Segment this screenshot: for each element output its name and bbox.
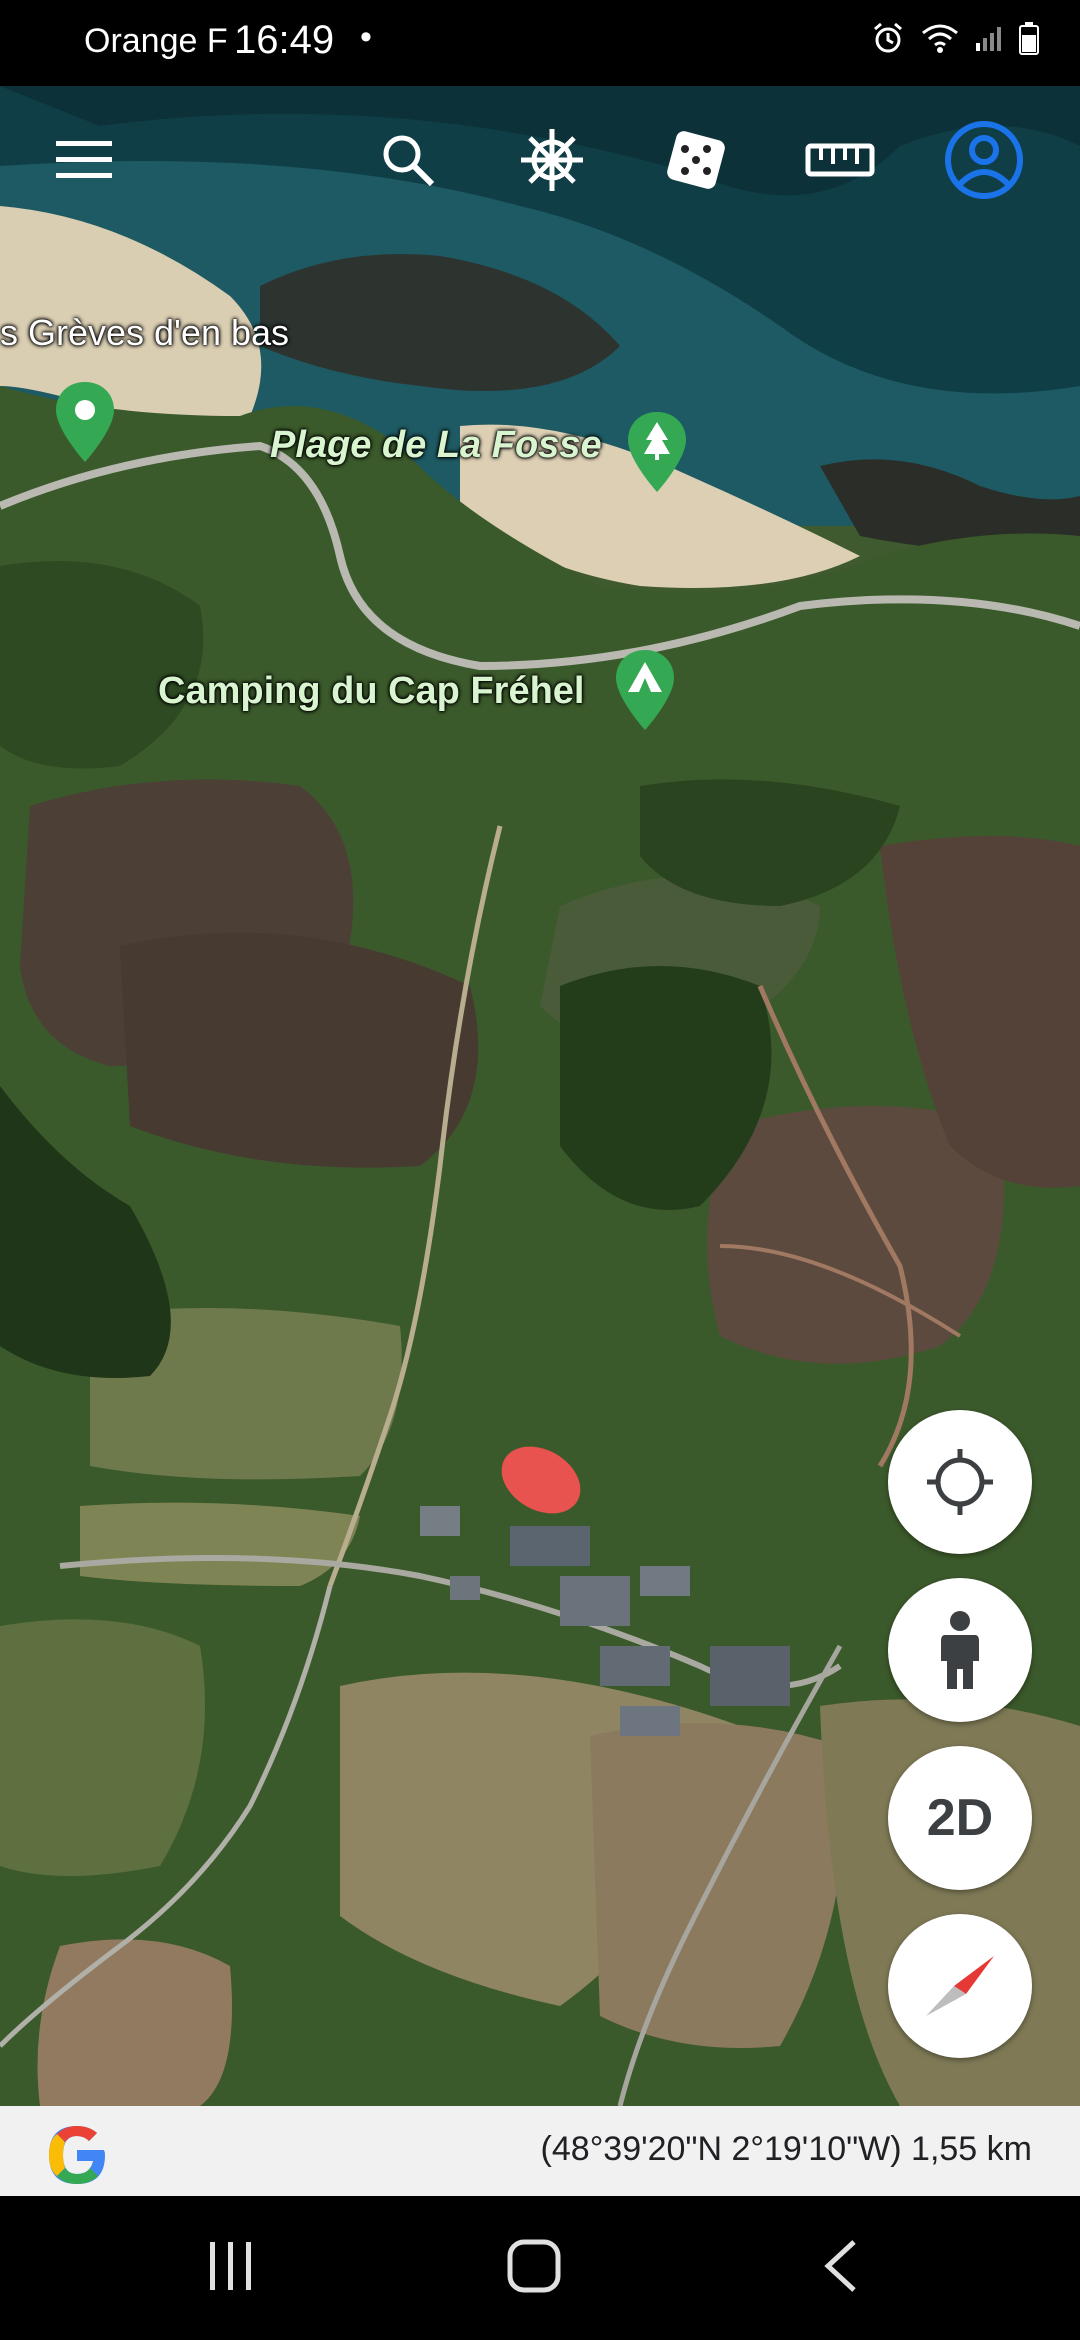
place-label-camping[interactable]: Camping du Cap Fréhel	[158, 670, 584, 713]
voyager-button[interactable]	[512, 120, 592, 200]
view-mode-button[interactable]: 2D	[888, 1746, 1032, 1890]
back-button[interactable]	[820, 2238, 860, 2299]
recent-apps-button[interactable]	[204, 2238, 258, 2299]
street-view-button[interactable]	[888, 1578, 1032, 1722]
compass-button[interactable]	[888, 1914, 1032, 2058]
search-icon	[383, 135, 435, 187]
carrier-name: Orange F	[84, 22, 228, 60]
ship-wheel-icon	[521, 129, 583, 191]
pegman-icon	[941, 1611, 979, 1689]
home-icon	[507, 2239, 561, 2293]
status-icons	[870, 20, 1040, 61]
feeling-lucky-button[interactable]	[656, 120, 736, 200]
compass-icon	[926, 1956, 994, 2016]
battery-icon	[1018, 21, 1040, 60]
place-label-greves[interactable]: s Grèves d'en bas	[0, 312, 289, 354]
menu-icon	[56, 141, 112, 178]
home-button[interactable]	[506, 2238, 562, 2299]
alarm-icon	[870, 20, 906, 61]
ruler-icon	[805, 143, 875, 177]
info-bar: (48°39'20"N 2°19'10"W) 1,55 km	[0, 2106, 1080, 2196]
search-button[interactable]	[368, 120, 448, 200]
recent-apps-icon	[210, 2242, 251, 2290]
back-icon	[824, 2240, 856, 2292]
status-bar: Orange F 16:49 •	[0, 0, 1080, 86]
place-label-plage[interactable]: Plage de La Fosse	[270, 424, 602, 467]
signal-icon	[974, 23, 1004, 58]
coordinates-readout: (48°39'20"N 2°19'10"W) 1,55 km	[540, 2130, 1032, 2168]
clock: 16:49	[234, 18, 335, 62]
my-location-icon	[927, 1449, 993, 1515]
menu-button[interactable]	[44, 120, 124, 200]
my-location-button[interactable]	[888, 1410, 1032, 1554]
dice-icon	[667, 131, 725, 189]
wifi-icon	[920, 21, 960, 60]
view-mode-label: 2D	[926, 1789, 994, 1847]
notification-dot: •	[360, 18, 372, 56]
account-circle-icon	[945, 121, 1023, 199]
system-nav-bar	[0, 2196, 1080, 2340]
google-logo	[44, 2122, 110, 2193]
account-button[interactable]	[944, 120, 1024, 200]
measure-button[interactable]	[800, 120, 880, 200]
